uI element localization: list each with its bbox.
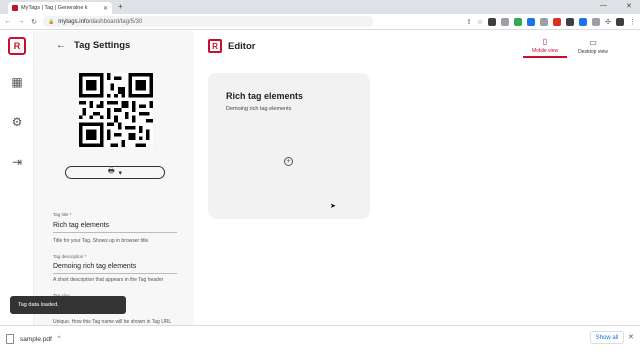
- chevron-up-icon[interactable]: ^: [58, 336, 61, 342]
- tag-description-help: A short description that appears in the …: [53, 277, 164, 283]
- mouse-cursor-icon: ➤: [330, 203, 336, 210]
- tag-preview-card: Rich tag elements Demoing rich tag eleme…: [208, 73, 370, 219]
- printer-icon: 🖶: [107, 168, 115, 175]
- editor-title: Editor: [228, 40, 256, 52]
- bookmark-star-icon[interactable]: ☆: [477, 18, 483, 26]
- print-button[interactable]: 🖶 ▾: [65, 166, 165, 179]
- extension-icon[interactable]: [553, 17, 562, 26]
- preview-title: Rich tag elements: [226, 91, 304, 101]
- pdf-file-icon: [6, 334, 14, 344]
- extension-icon[interactable]: [488, 17, 497, 26]
- logout-icon[interactable]: ⇥: [10, 155, 24, 169]
- desktop-view-button[interactable]: ▭ Desktop view: [571, 36, 615, 58]
- tab-close-icon[interactable]: ✕: [103, 5, 108, 12]
- extension-icon[interactable]: [579, 17, 588, 26]
- tag-settings-panel: ← Tag Settings 🖶 ▾ Tag title * Rich tag …: [34, 31, 194, 325]
- extension-icon[interactable]: [566, 17, 575, 26]
- extension-icon[interactable]: [592, 17, 601, 26]
- qr-code: [79, 73, 153, 147]
- panel-title: Tag Settings: [74, 40, 131, 51]
- app: R ▦ ⚙ ⇥ ← Tag Settings 🖶 ▾ Tag title * R…: [0, 31, 640, 325]
- desktop-view-label: Desktop view: [578, 49, 608, 55]
- profile-avatar[interactable]: [616, 17, 624, 26]
- tag-title-help: Title for your Tag. Shows up in browser …: [53, 238, 149, 244]
- editor-header: R Editor: [208, 39, 255, 53]
- toast-text: Tag data loaded.: [18, 302, 59, 308]
- gear-icon[interactable]: ⚙: [10, 115, 24, 129]
- tag-title-input[interactable]: Rich tag elements: [53, 222, 177, 233]
- nav-rail: R ▦ ⚙ ⇥: [0, 31, 34, 325]
- download-item[interactable]: sample.pdf ^: [6, 334, 61, 344]
- address-bar-row: ← → ↻ 🔒 mytags.info/dashboard/tag/5/30 ⇪…: [0, 14, 640, 30]
- mobile-view-button[interactable]: ▯ Mobile view: [523, 36, 567, 58]
- url-input[interactable]: 🔒 mytags.info/dashboard/tag/5/30: [43, 16, 373, 27]
- extension-icon[interactable]: [501, 17, 510, 26]
- browser-tab[interactable]: MyTags | Tag | Generalne k ✕: [8, 2, 112, 14]
- monitor-icon: ▭: [589, 38, 597, 47]
- tag-description-input[interactable]: Demoing rich tag elements: [53, 263, 177, 274]
- new-tab-button[interactable]: +: [118, 2, 123, 11]
- favicon-icon: [12, 5, 18, 11]
- minimize-button[interactable]: —: [600, 2, 607, 9]
- back-arrow-icon[interactable]: ←: [56, 40, 66, 51]
- extension-icon[interactable]: [540, 17, 549, 26]
- tag-description-label: Tag description *: [53, 254, 87, 259]
- extensions-area: ⇪ ☆ ✣ ⋮: [466, 17, 636, 26]
- chevron-down-icon: ▾: [118, 169, 123, 177]
- preview-description: Demoing rich tag elements: [226, 106, 292, 112]
- puzzle-icon[interactable]: ✣: [605, 18, 611, 26]
- extension-icon[interactable]: [527, 17, 536, 26]
- mobile-view-label: Mobile view: [531, 48, 559, 54]
- reload-button[interactable]: ↻: [30, 18, 38, 26]
- share-icon[interactable]: ⇪: [466, 18, 472, 26]
- tab-title: MyTags | Tag | Generalne k: [21, 5, 88, 11]
- menu-kebab-icon[interactable]: ⋮: [629, 18, 636, 26]
- add-element-icon[interactable]: +: [284, 157, 293, 166]
- grid-icon[interactable]: ▦: [10, 75, 24, 89]
- download-bar: sample.pdf ^ Show all ✕: [0, 325, 640, 360]
- show-all-button[interactable]: Show all: [590, 331, 624, 344]
- forward-button[interactable]: →: [17, 18, 25, 25]
- phone-icon: ▯: [542, 37, 548, 46]
- window-close-button[interactable]: ✕: [626, 2, 632, 10]
- extension-icon[interactable]: [514, 17, 523, 26]
- brand-logo[interactable]: R: [8, 37, 26, 55]
- download-bar-close-icon[interactable]: ✕: [628, 333, 634, 341]
- toast-notification: Tag data loaded.: [10, 296, 126, 314]
- download-file-name: sample.pdf: [20, 335, 52, 343]
- browser-tab-strip: MyTags | Tag | Generalne k ✕ + — ✕: [0, 0, 640, 14]
- editor-logo: R: [208, 39, 222, 53]
- url-path: /dashboard/tag/5/30: [88, 18, 143, 25]
- tag-title-label: Tag title *: [53, 212, 72, 217]
- back-button[interactable]: ←: [4, 18, 12, 25]
- lock-icon: 🔒: [48, 18, 55, 25]
- url-host: mytags.info: [58, 18, 89, 25]
